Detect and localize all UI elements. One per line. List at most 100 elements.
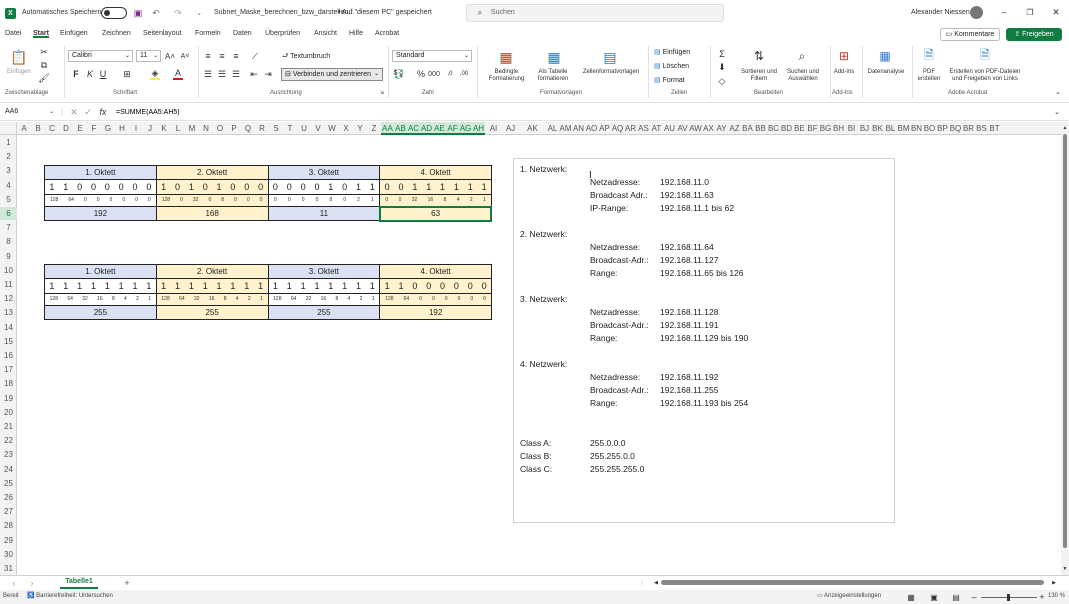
- bit-cell[interactable]: 0: [230, 181, 235, 194]
- bit-cell[interactable]: 1: [217, 280, 222, 293]
- format-cells-button[interactable]: ▤ Format: [654, 76, 704, 87]
- tab-hilfe[interactable]: Hilfe: [349, 30, 363, 37]
- bit-cell[interactable]: 1: [63, 181, 68, 194]
- hscroll-left-icon[interactable]: ◀: [652, 578, 660, 588]
- column-header-x[interactable]: X: [339, 122, 353, 135]
- column-header-y[interactable]: Y: [353, 122, 367, 135]
- select-all-corner[interactable]: [0, 122, 17, 135]
- weight-cell[interactable]: 128: [162, 196, 170, 206]
- weight-cell[interactable]: 1: [372, 295, 375, 305]
- bit-cell[interactable]: 0: [287, 181, 292, 194]
- bit-cell[interactable]: 1: [189, 181, 194, 194]
- row-header-17[interactable]: 17: [0, 363, 17, 376]
- align-top-icon[interactable]: ≡: [203, 50, 213, 62]
- row-header-26[interactable]: 26: [0, 491, 17, 504]
- column-header-at[interactable]: AT: [650, 122, 663, 135]
- name-box[interactable]: AA6 ⌄: [2, 106, 56, 118]
- column-header-ah[interactable]: AH: [472, 122, 485, 135]
- octet-sum[interactable]: 192: [379, 305, 492, 320]
- column-header-bf[interactable]: BF: [806, 122, 819, 135]
- bit-cell[interactable]: 1: [328, 280, 333, 293]
- column-header-au[interactable]: AU: [663, 122, 676, 135]
- bit-cell[interactable]: 0: [203, 181, 208, 194]
- currency-icon[interactable]: 💱: [393, 68, 405, 80]
- column-header-bg[interactable]: BG: [819, 122, 832, 135]
- bit-cell[interactable]: 1: [244, 280, 249, 293]
- fill-icon[interactable]: ⬇: [717, 62, 727, 73]
- font-color-icon[interactable]: A: [173, 68, 183, 80]
- save-location[interactable]: • Auf "diesem PC" gespeichert: [338, 9, 432, 16]
- bit-cell[interactable]: 1: [132, 280, 137, 293]
- bit-cell[interactable]: 0: [454, 280, 459, 293]
- number-format-select[interactable]: Standard ⌄: [392, 50, 472, 62]
- octet-header[interactable]: 3. Oktett: [267, 264, 381, 279]
- weight-cell[interactable]: 64: [67, 295, 73, 305]
- octet-header[interactable]: 1. Oktett: [44, 165, 157, 180]
- row-header-15[interactable]: 15: [0, 335, 17, 348]
- octet-bits[interactable]: 11111111: [44, 278, 157, 294]
- redo-icon[interactable]: ↷: [172, 7, 184, 19]
- row-header-7[interactable]: 7: [0, 221, 17, 234]
- bit-cell[interactable]: 0: [119, 181, 124, 194]
- octet-header[interactable]: 2. Oktett: [155, 264, 269, 279]
- comments-button[interactable]: ▭ Kommentare: [940, 28, 1000, 41]
- column-header-ay[interactable]: AY: [715, 122, 728, 135]
- column-header-u[interactable]: U: [297, 122, 311, 135]
- align-middle-icon[interactable]: ≡: [217, 50, 227, 62]
- bit-cell[interactable]: 1: [189, 280, 194, 293]
- weight-cell[interactable]: 2: [470, 196, 473, 206]
- bit-cell[interactable]: 0: [105, 181, 110, 194]
- row-header-31[interactable]: 31: [0, 562, 17, 575]
- decrease-font-icon[interactable]: A˅: [180, 50, 190, 62]
- column-header-e[interactable]: E: [73, 122, 87, 135]
- tab-ueberpruefen[interactable]: Überprüfen: [265, 30, 300, 37]
- addins-icon[interactable]: ⊞: [836, 48, 852, 64]
- octet-weights[interactable]: 128 64 0 0 0 0 0 0: [379, 293, 492, 306]
- page-break-view-icon[interactable]: ▤: [951, 592, 961, 602]
- bit-cell[interactable]: 1: [77, 280, 82, 293]
- avatar[interactable]: [970, 6, 983, 19]
- data-analysis-icon[interactable]: ▦: [877, 48, 893, 64]
- bit-cell[interactable]: 1: [370, 181, 375, 194]
- bit-cell[interactable]: 0: [468, 280, 473, 293]
- row-header-5[interactable]: 5: [0, 193, 17, 206]
- column-header-j[interactable]: J: [143, 122, 157, 135]
- column-header-bm[interactable]: BM: [897, 122, 910, 135]
- column-header-bs[interactable]: BS: [975, 122, 988, 135]
- octet-bits[interactable]: 11111111: [155, 278, 269, 294]
- weight-cell[interactable]: 1: [148, 295, 151, 305]
- row-header-10[interactable]: 10: [0, 264, 17, 277]
- column-header-ab[interactable]: AB: [394, 122, 407, 135]
- row-header-25[interactable]: 25: [0, 477, 17, 490]
- column-header-ap[interactable]: AP: [598, 122, 611, 135]
- percent-icon[interactable]: %: [416, 68, 426, 80]
- column-header-be[interactable]: BE: [793, 122, 806, 135]
- column-header-bh[interactable]: BH: [832, 122, 845, 135]
- column-header-g[interactable]: G: [101, 122, 115, 135]
- weight-cell[interactable]: 64: [68, 196, 74, 206]
- weight-cell[interactable]: 4: [236, 295, 239, 305]
- weight-cell[interactable]: 0: [445, 295, 448, 305]
- minimize-icon[interactable]: –: [998, 6, 1010, 18]
- bit-cell[interactable]: 1: [63, 280, 68, 293]
- increase-decimal-icon[interactable]: ,0: [444, 68, 456, 80]
- conditional-format-icon[interactable]: ▦: [497, 48, 515, 66]
- column-header-bb[interactable]: BB: [754, 122, 767, 135]
- weight-cell[interactable]: 4: [348, 295, 351, 305]
- bit-cell[interactable]: 1: [105, 280, 110, 293]
- column-header-k[interactable]: K: [157, 122, 171, 135]
- row-header-29[interactable]: 29: [0, 534, 17, 547]
- row-header-14[interactable]: 14: [0, 321, 17, 334]
- column-header-bt[interactable]: BT: [988, 122, 1001, 135]
- bit-cell[interactable]: 1: [230, 280, 235, 293]
- weight-cell[interactable]: 128: [273, 295, 281, 305]
- bit-cell[interactable]: 0: [77, 181, 82, 194]
- weight-cell[interactable]: 0: [385, 196, 388, 206]
- bit-cell[interactable]: 0: [342, 181, 347, 194]
- bit-cell[interactable]: 0: [146, 181, 151, 194]
- row-header-18[interactable]: 18: [0, 377, 17, 390]
- weight-cell[interactable]: 1: [371, 196, 374, 206]
- octet-weights[interactable]: 128 64 32 16 8 4 2 1: [267, 293, 381, 306]
- octet-weights[interactable]: 128 0 32 0 8 0 0 0: [155, 194, 269, 207]
- octet-header[interactable]: 2. Oktett: [155, 165, 269, 180]
